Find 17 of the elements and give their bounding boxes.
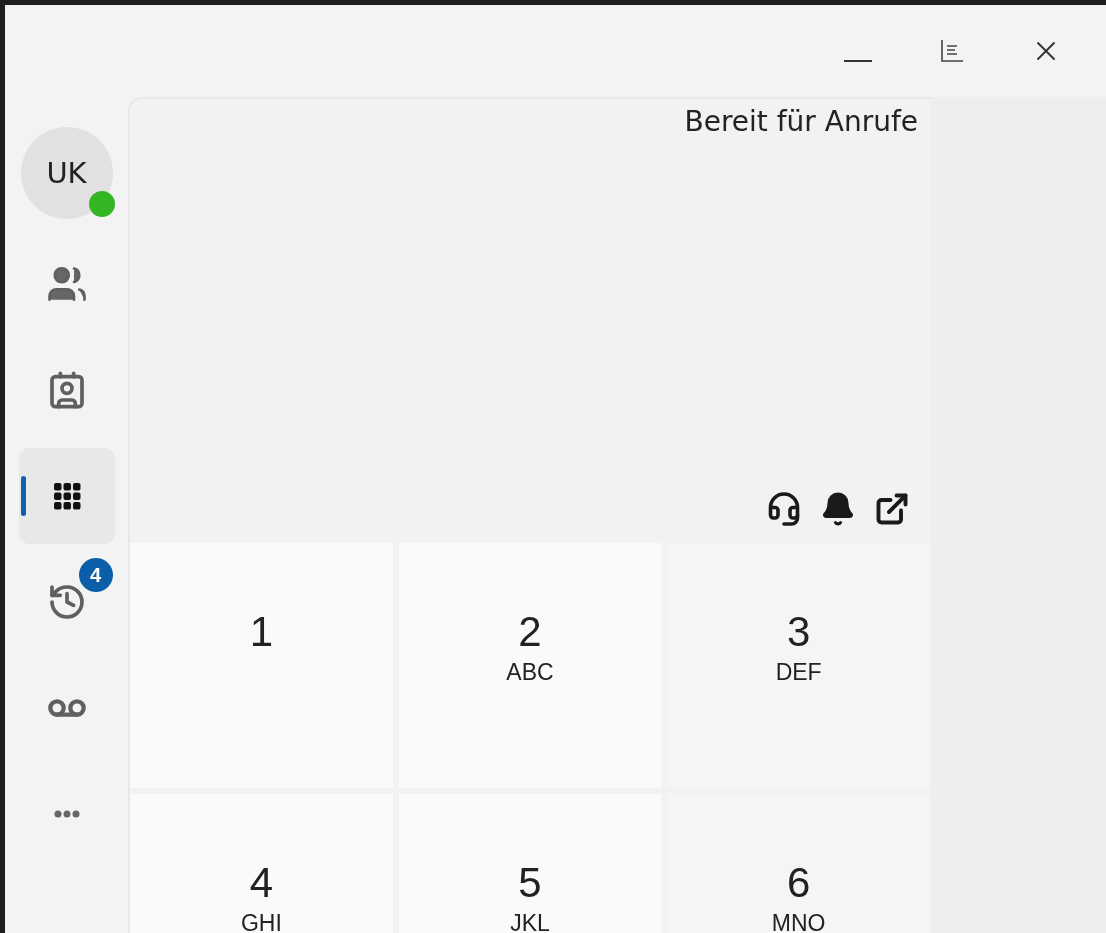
- headset-icon[interactable]: [766, 491, 802, 527]
- dialpad-icon: [51, 481, 82, 511]
- status-text: Bereit für Anrufe: [684, 104, 919, 138]
- dial-key[interactable]: 5 JKL: [398, 794, 662, 933]
- dialpad-nav-button[interactable]: [18, 448, 115, 544]
- external-link-icon[interactable]: [874, 491, 910, 527]
- count-badge: 4: [78, 558, 113, 592]
- dial-key[interactable]: 4 GHI: [130, 794, 393, 933]
- selection-indicator: [20, 476, 26, 516]
- history-nav-button[interactable]: 4: [18, 554, 115, 650]
- minimize-icon: [844, 60, 872, 62]
- profile-avatar[interactable]: UK: [20, 127, 113, 219]
- dial-key[interactable]: 2 ABC: [398, 543, 662, 788]
- more-icon: [53, 810, 80, 818]
- window-layout-icon: [939, 38, 965, 64]
- bell-icon[interactable]: [820, 491, 856, 527]
- dial-key[interactable]: 1: [130, 543, 393, 788]
